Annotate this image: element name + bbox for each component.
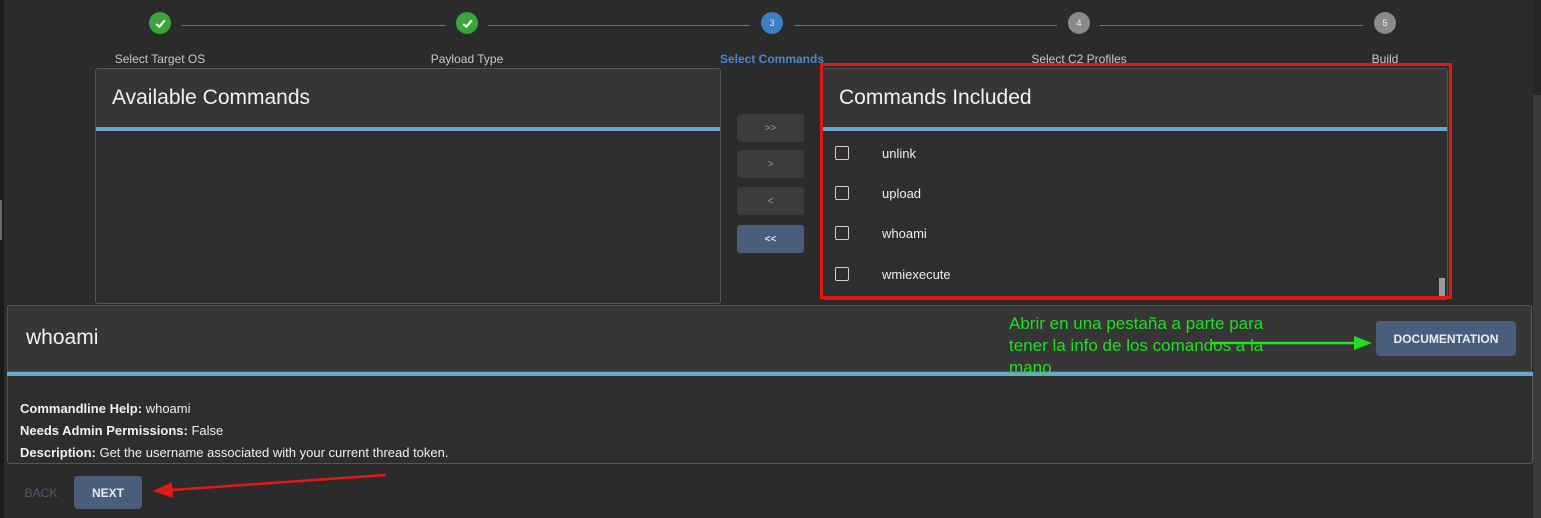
red-arrow-icon — [153, 473, 387, 498]
green-arrow-icon — [1212, 336, 1372, 350]
annotation-arrows — [153, 336, 1372, 498]
